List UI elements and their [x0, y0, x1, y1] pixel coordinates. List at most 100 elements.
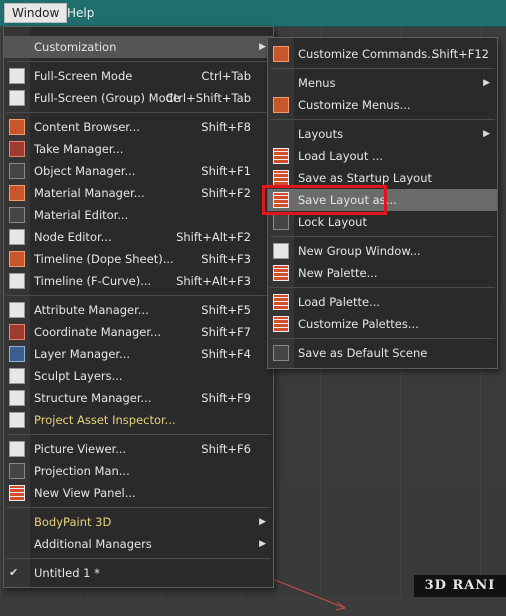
- menu-item-label: Picture Viewer...: [34, 442, 127, 456]
- menu-item-label: Timeline (F-Curve)...: [34, 274, 152, 288]
- menu-item-label: Structure Manager...: [34, 391, 152, 405]
- menu-item-new-group-window[interactable]: New Group Window...: [268, 240, 497, 262]
- menu-item-bodypaint-3d[interactable]: BodyPaint 3D ▶: [4, 511, 273, 533]
- menu-item-new-palette[interactable]: New Palette...: [268, 262, 497, 284]
- menu-item-customization[interactable]: Customization ▶: [4, 36, 273, 58]
- menu-item-label: Untitled 1 *: [34, 566, 100, 580]
- menu-item-label: Layer Manager...: [34, 347, 131, 361]
- menu-help[interactable]: Help: [60, 4, 101, 22]
- menu-item-shortcut: Shift+Alt+F2: [176, 230, 251, 244]
- menu-item-shortcut: Shift+F5: [201, 303, 251, 317]
- menu-item-label: New Group Window...: [298, 244, 421, 258]
- coordinate-manager-icon: [9, 324, 25, 340]
- menu-item-shortcut: Shift+F7: [201, 325, 251, 339]
- object-manager-icon: [9, 163, 25, 179]
- menu-item-label: Layouts: [298, 127, 344, 141]
- menu-separator: [6, 558, 271, 559]
- menu-item-take-manager[interactable]: Take Manager...: [4, 138, 273, 160]
- menu-separator: [6, 434, 271, 435]
- submenu-arrow-icon: ▶: [483, 78, 490, 88]
- customize-menus-icon: [273, 97, 289, 113]
- menu-item-shortcut: Shift+F12: [431, 47, 489, 61]
- menu-item-additional-managers[interactable]: Additional Managers ▶: [4, 533, 273, 555]
- menu-item-attribute-manager[interactable]: Attribute Manager... Shift+F5: [4, 299, 273, 321]
- menu-item-customize-menus[interactable]: Customize Menus...: [268, 94, 497, 116]
- projection-man-icon: [9, 463, 25, 479]
- menu-item-label: New Palette...: [298, 266, 378, 280]
- menu-item-label: Customize Palettes...: [298, 317, 419, 331]
- load-layout-icon: [273, 148, 289, 164]
- menu-item-label: Full-Screen (Group) Mode: [34, 91, 180, 105]
- menu-item-label: Customize Commands...: [298, 47, 439, 61]
- menu-item-shortcut: Ctrl+Tab: [201, 69, 251, 83]
- menu-item-content-browser[interactable]: Content Browser... Shift+F8: [4, 116, 273, 138]
- menu-item-customize-commands[interactable]: Customize Commands... Shift+F12: [268, 43, 497, 65]
- menu-window[interactable]: Window: [4, 3, 68, 23]
- menu-item-object-manager[interactable]: Object Manager... Shift+F1: [4, 160, 273, 182]
- menu-item-project-asset-inspector[interactable]: Project Asset Inspector...: [4, 409, 273, 431]
- sculpt-layers-icon: [9, 368, 25, 384]
- menu-separator: [270, 236, 495, 237]
- menu-item-untitled-1[interactable]: ✔ Untitled 1 *: [4, 562, 273, 584]
- menu-item-label: Sculpt Layers...: [34, 369, 123, 383]
- menu-item-node-editor[interactable]: Node Editor... Shift+Alt+F2: [4, 226, 273, 248]
- submenu-arrow-icon: ▶: [259, 539, 266, 549]
- menu-item-shortcut: Shift+F2: [201, 186, 251, 200]
- timeline-dope-icon: [9, 251, 25, 267]
- menu-item-load-layout[interactable]: Load Layout ...: [268, 145, 497, 167]
- menu-item-label: Object Manager...: [34, 164, 136, 178]
- menu-item-timeline-dope-sheet[interactable]: Timeline (Dope Sheet)... Shift+F3: [4, 248, 273, 270]
- menu-item-full-screen-group-mode[interactable]: Full-Screen (Group) Mode Ctrl+Shift+Tab: [4, 87, 273, 109]
- lock-layout-icon: [273, 214, 289, 230]
- menu-item-shortcut: Shift+F8: [201, 120, 251, 134]
- menu-separator: [270, 68, 495, 69]
- menu-item-load-palette[interactable]: Load Palette...: [268, 291, 497, 313]
- menu-item-picture-viewer[interactable]: Picture Viewer... Shift+F6: [4, 438, 273, 460]
- menu-item-structure-manager[interactable]: Structure Manager... Shift+F9: [4, 387, 273, 409]
- load-palette-icon: [273, 294, 289, 310]
- menu-item-timeline-f-curve[interactable]: Timeline (F-Curve)... Shift+Alt+F3: [4, 270, 273, 292]
- fullscreen-icon: [9, 68, 25, 84]
- new-group-window-icon: [273, 243, 289, 259]
- menu-item-coordinate-manager[interactable]: Coordinate Manager... Shift+F7: [4, 321, 273, 343]
- window-dropdown-menu: Customization ▶ Full-Screen Mode Ctrl+Tab Fu…: [3, 26, 274, 588]
- menu-item-shortcut: Shift+F1: [201, 164, 251, 178]
- watermark: 3D RANI: [414, 575, 506, 597]
- menu-item-material-editor[interactable]: Material Editor...: [4, 204, 273, 226]
- menu-item-material-manager[interactable]: Material Manager... Shift+F2: [4, 182, 273, 204]
- node-editor-icon: [9, 229, 25, 245]
- menu-item-layer-manager[interactable]: Layer Manager... Shift+F4: [4, 343, 273, 365]
- menu-item-shortcut: Shift+F6: [201, 442, 251, 456]
- menu-item-projection-man[interactable]: Projection Man...: [4, 460, 273, 482]
- structure-manager-icon: [9, 390, 25, 406]
- menu-item-full-screen-mode[interactable]: Full-Screen Mode Ctrl+Tab: [4, 65, 273, 87]
- menu-item-layouts[interactable]: Layouts ▶: [268, 123, 497, 145]
- picture-viewer-icon: [9, 441, 25, 457]
- menu-item-shortcut: Shift+F9: [201, 391, 251, 405]
- menu-item-menus[interactable]: Menus ▶: [268, 72, 497, 94]
- layer-manager-icon: [9, 346, 25, 362]
- checkmark-icon: ✔: [9, 566, 19, 579]
- save-startup-layout-icon: [273, 170, 289, 186]
- menu-item-label: Load Palette...: [298, 295, 381, 309]
- menu-item-shortcut: Shift+Alt+F3: [176, 274, 251, 288]
- menu-item-save-as-default-scene[interactable]: Save as Default Scene: [268, 342, 497, 364]
- fullscreen-group-icon: [9, 90, 25, 106]
- menu-item-customize-palettes[interactable]: Customize Palettes...: [268, 313, 497, 335]
- material-editor-icon: [9, 207, 25, 223]
- menu-item-label: Menus: [298, 76, 336, 90]
- menu-item-label: Timeline (Dope Sheet)...: [34, 252, 174, 266]
- menu-item-label: Save as Default Scene: [298, 346, 428, 360]
- menu-item-sculpt-layers[interactable]: Sculpt Layers...: [4, 365, 273, 387]
- menu-item-new-view-panel[interactable]: New View Panel...: [4, 482, 273, 504]
- menu-item-label: Node Editor...: [34, 230, 112, 244]
- menu-separator: [270, 338, 495, 339]
- menu-item-label: Material Manager...: [34, 186, 145, 200]
- menu-item-label: Customization: [34, 40, 117, 54]
- customize-commands-icon: [273, 46, 289, 62]
- menu-separator: [6, 112, 271, 113]
- menu-item-label: Attribute Manager...: [34, 303, 149, 317]
- menu-separator: [6, 507, 271, 508]
- asset-inspector-icon: [9, 412, 25, 428]
- menu-item-label: BodyPaint 3D: [34, 515, 112, 529]
